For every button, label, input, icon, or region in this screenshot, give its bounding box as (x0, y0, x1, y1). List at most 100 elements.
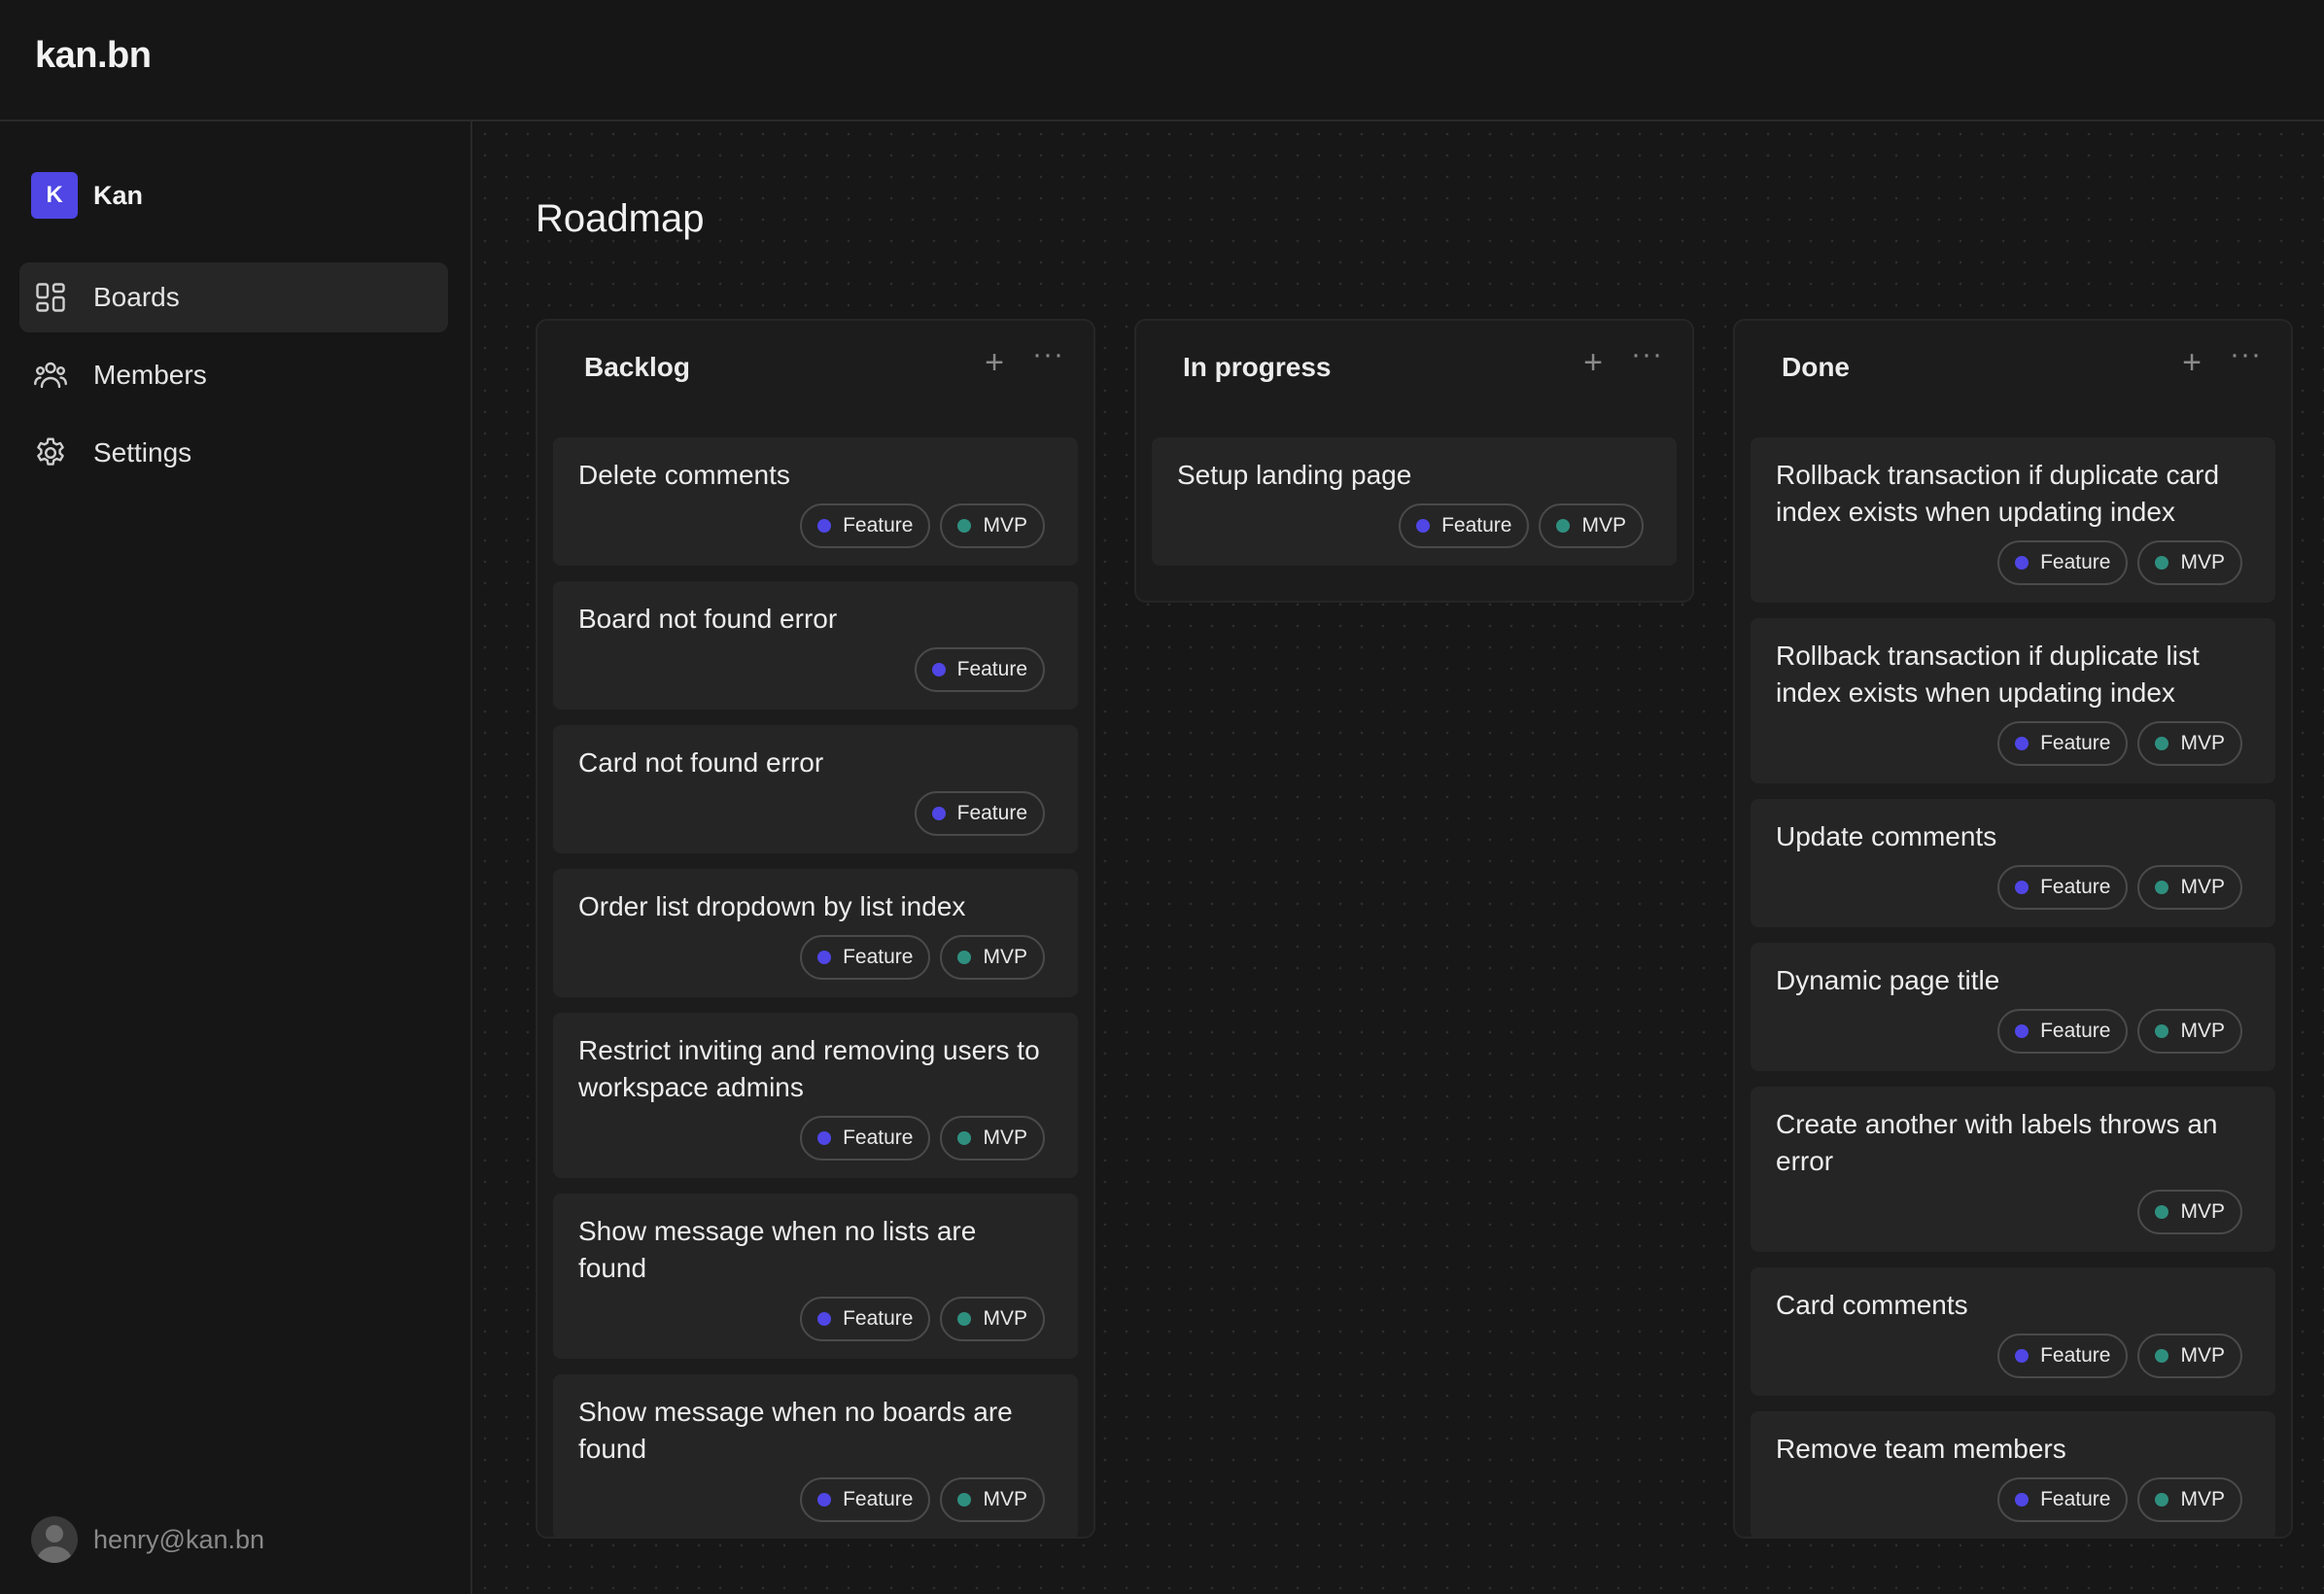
card[interactable]: Setup landing page Feature MVP (1152, 437, 1677, 566)
label-color-dot (2155, 1205, 2169, 1219)
label-color-dot (2155, 1493, 2169, 1507)
card[interactable]: Remove team members Feature MVP (1751, 1411, 2275, 1537)
card[interactable]: Show message when no lists are found Feat… (553, 1194, 1078, 1359)
card-container: Rollback transaction if duplicate card i… (1735, 437, 2291, 1537)
settings-icon (33, 435, 68, 470)
label-badge: Feature (800, 503, 931, 548)
card-title: Rollback transaction if duplicate list i… (1776, 641, 2200, 708)
label-badge: Feature (800, 935, 931, 980)
label-color-dot (957, 519, 972, 533)
sidebar-item-boards[interactable]: Boards (19, 262, 448, 332)
card-labels: Feature MVP (578, 1116, 1045, 1161)
page-title: Roadmap (536, 197, 705, 240)
card[interactable]: Show message when no boards are found Fea… (553, 1374, 1078, 1537)
list-column: Done + ··· Rollback transaction if dupli… (1733, 319, 2293, 1539)
user-menu[interactable]: henry@kan.bn (31, 1516, 264, 1563)
card-labels: Feature MVP (1177, 503, 1644, 548)
label-badge: MVP (2137, 540, 2242, 585)
label-text: Feature (843, 514, 914, 537)
label-badge: Feature (1399, 503, 1530, 548)
label-badge: Feature (1997, 721, 2129, 766)
card-title: Order list dropdown by list index (578, 891, 966, 921)
card[interactable]: Card comments Feature MVP (1751, 1267, 2275, 1396)
top-bar: kan.bn (0, 0, 2324, 121)
app-logo[interactable]: kan.bn (35, 35, 152, 77)
label-badge: MVP (940, 503, 1045, 548)
label-badge: MVP (940, 1116, 1045, 1161)
card[interactable]: Card not found error Feature (553, 725, 1078, 853)
card[interactable]: Update comments Feature MVP (1751, 799, 2275, 927)
label-badge: Feature (800, 1297, 931, 1341)
card-container: Delete comments Feature MVP Board not found… (538, 437, 1093, 1537)
label-color-dot (817, 519, 832, 533)
add-card-icon[interactable]: + (985, 346, 1004, 379)
label-color-dot (2015, 1349, 2029, 1363)
card-labels: Feature MVP (1776, 1334, 2242, 1378)
list-title[interactable]: Backlog (584, 352, 690, 383)
card[interactable]: Board not found error Feature (553, 581, 1078, 710)
card-title: Card comments (1776, 1290, 1968, 1320)
label-text: Feature (2040, 876, 2111, 898)
add-card-icon[interactable]: + (1583, 346, 1603, 379)
label-badge: Feature (914, 791, 1045, 836)
card-labels: Feature MVP (578, 1297, 1045, 1341)
card-labels: MVP (1776, 1190, 2242, 1234)
user-avatar-icon (31, 1516, 78, 1563)
label-badge: MVP (2137, 1009, 2242, 1054)
label-color-dot (2155, 556, 2169, 570)
label-badge: Feature (1997, 865, 2129, 910)
label-badge: MVP (1539, 503, 1644, 548)
label-text: Feature (843, 1126, 914, 1149)
label-color-dot (2155, 1024, 2169, 1038)
workspace-switcher[interactable]: K Kan (31, 172, 143, 219)
label-text: Feature (843, 946, 914, 968)
card-labels: Feature (578, 647, 1045, 692)
label-badge: MVP (2137, 1477, 2242, 1522)
list-title[interactable]: In progress (1183, 352, 1331, 383)
label-color-dot (957, 1493, 972, 1507)
card-title: Delete comments (578, 460, 790, 490)
card-title: Setup landing page (1177, 460, 1412, 490)
more-options-icon[interactable]: ··· (1032, 340, 1064, 369)
label-text: MVP (2180, 551, 2225, 573)
card-labels: Feature MVP (1776, 1009, 2242, 1054)
more-options-icon[interactable]: ··· (2230, 340, 2262, 369)
card-labels: Feature MVP (1776, 865, 2242, 910)
card-labels: Feature MVP (578, 935, 1045, 980)
list-header: In progress + ··· (1136, 321, 1692, 437)
list-title[interactable]: Done (1782, 352, 1850, 383)
label-text: MVP (983, 1488, 1027, 1510)
label-color-dot (817, 951, 832, 964)
card-title: Board not found error (578, 604, 838, 634)
label-badge: Feature (800, 1477, 931, 1522)
sidebar-item-label: Settings (93, 437, 192, 468)
card[interactable]: Dynamic page title Feature MVP (1751, 943, 2275, 1071)
card-title: Restrict inviting and removing users to … (578, 1035, 1040, 1102)
card-labels: Feature MVP (1776, 721, 2242, 766)
card-title: Create another with labels throws an err… (1776, 1109, 2218, 1176)
card-labels: Feature MVP (1776, 540, 2242, 585)
list-column: Backlog + ··· Delete comments Feature MVP B… (536, 319, 1095, 1539)
card[interactable]: Create another with labels throws an err… (1751, 1087, 2275, 1252)
label-text: Feature (956, 802, 1027, 824)
sidebar-item-members[interactable]: Members (19, 340, 448, 410)
label-color-dot (817, 1131, 832, 1145)
label-text: Feature (2040, 1020, 2111, 1042)
label-text: Feature (1441, 514, 1512, 537)
more-options-icon[interactable]: ··· (1631, 340, 1663, 369)
card[interactable]: Delete comments Feature MVP (553, 437, 1078, 566)
card[interactable]: Order list dropdown by list index Feature… (553, 869, 1078, 997)
label-color-dot (2015, 737, 2029, 750)
workspace-avatar: K (31, 172, 78, 219)
card[interactable]: Rollback transaction if duplicate list i… (1751, 618, 2275, 783)
sidebar-item-settings[interactable]: Settings (19, 418, 448, 488)
label-text: MVP (2180, 876, 2225, 898)
label-color-dot (957, 951, 972, 964)
add-card-icon[interactable]: + (2182, 346, 2202, 379)
label-color-dot (817, 1493, 832, 1507)
card[interactable]: Rollback transaction if duplicate card i… (1751, 437, 2275, 603)
label-badge: MVP (2137, 865, 2242, 910)
label-color-dot (1556, 519, 1571, 533)
card[interactable]: Restrict inviting and removing users to … (553, 1013, 1078, 1178)
label-text: MVP (983, 1307, 1027, 1330)
